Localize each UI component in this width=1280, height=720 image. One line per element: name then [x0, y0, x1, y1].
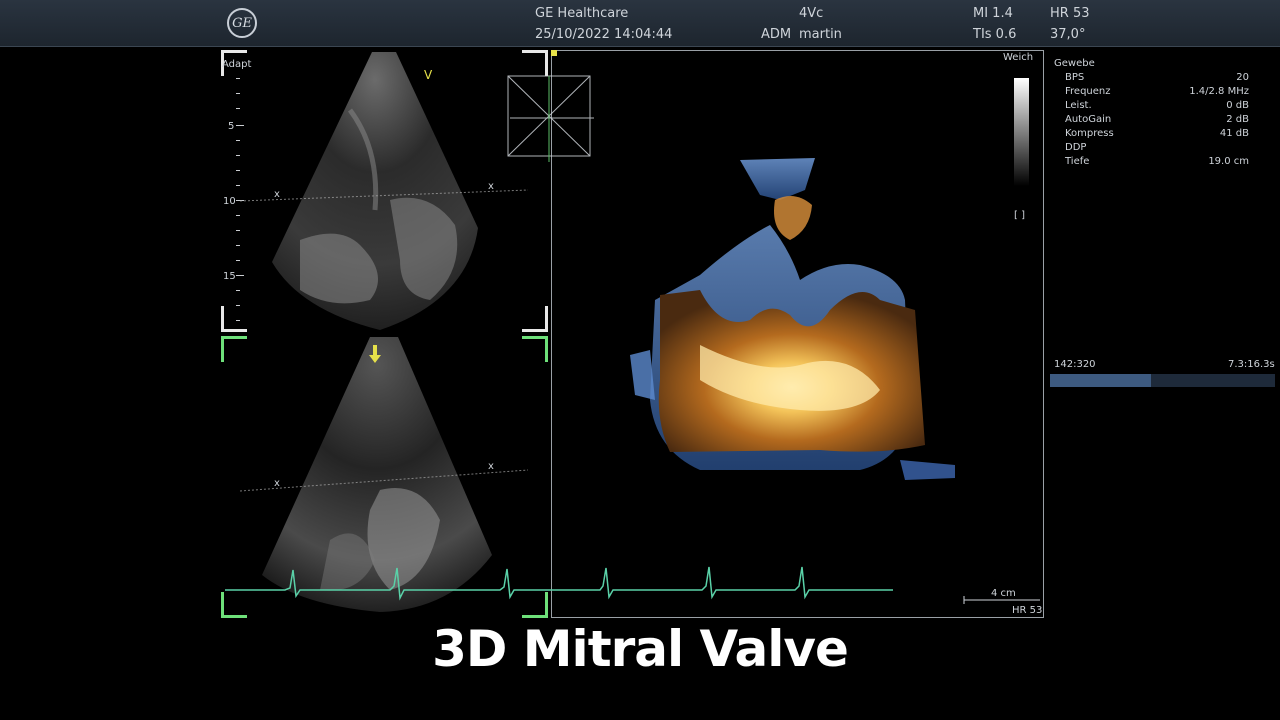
param-row: AutoGain 2 dB	[1050, 114, 1275, 128]
param-row: BPS 20	[1050, 72, 1275, 86]
param-key: BPS	[1065, 72, 1085, 83]
param-row: Frequenz 1.4/2.8 MHz	[1050, 86, 1275, 100]
param-row: Tiefe 19.0 cm	[1050, 156, 1275, 170]
cine-time: 7.3:16.3s	[1228, 359, 1275, 370]
section-title-text: Gewebe	[1054, 58, 1095, 69]
cine-frame-count: 142:320	[1054, 359, 1096, 370]
param-key: DDP	[1065, 142, 1087, 153]
render-hr-label: HR 53	[1012, 605, 1043, 616]
param-value: 20	[1236, 72, 1249, 83]
scale-label: 4 cm	[991, 588, 1016, 599]
orientation-cube-icon	[507, 75, 594, 162]
param-value: 0 dB	[1226, 100, 1249, 111]
param-key: Leist.	[1065, 100, 1092, 111]
video-caption: 3D Mitral Valve	[432, 620, 849, 678]
cine-scrollbar[interactable]	[1050, 374, 1275, 387]
param-row: Leist. 0 dB	[1050, 100, 1275, 114]
ecg-trace	[225, 566, 893, 601]
param-value: 2 dB	[1226, 114, 1249, 125]
param-key: AutoGain	[1065, 114, 1112, 125]
param-row: DDP	[1050, 142, 1275, 156]
param-key: Kompress	[1065, 128, 1114, 139]
parameter-sidebar: Gewebe BPS 20 Frequenz 1.4/2.8 MHz Leist. 0…	[1050, 58, 1275, 170]
param-value: 41 dB	[1219, 128, 1249, 139]
param-key: Frequenz	[1065, 86, 1111, 97]
cine-progress-fill	[1050, 374, 1152, 387]
param-value: 1.4/2.8 MHz	[1189, 86, 1249, 97]
section-title: Gewebe	[1050, 58, 1275, 72]
param-value: 19.0 cm	[1208, 156, 1249, 167]
param-key: Tiefe	[1065, 156, 1090, 167]
param-row: Kompress 41 dB	[1050, 128, 1275, 142]
